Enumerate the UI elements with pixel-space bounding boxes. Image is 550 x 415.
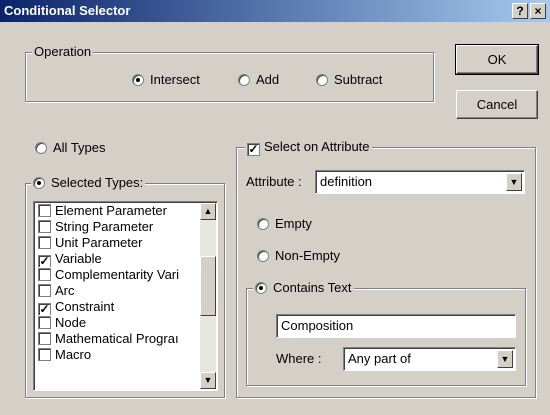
chevron-down-icon[interactable]: ▼ [506, 173, 522, 191]
types-list: Element Parameter String Parameter Unit Pa… [35, 203, 198, 363]
scroll-thumb[interactable] [200, 256, 216, 316]
attribute-combo[interactable]: definition ▼ [315, 170, 525, 194]
close-icon: × [534, 4, 542, 18]
contains-text-input[interactable]: Composition [276, 314, 516, 338]
select-on-attribute-checkbox[interactable]: ✓ Select on Attribute [245, 139, 372, 156]
radio-selected-icon [33, 177, 45, 189]
non-empty-radio[interactable]: Non-Empty [257, 249, 340, 263]
where-combo-value: Any part of [348, 351, 411, 366]
all-types-label: All Types [53, 140, 106, 155]
radio-selected-icon [255, 282, 267, 294]
radio-unselected-icon [257, 218, 269, 230]
radio-selected-icon [132, 74, 144, 86]
list-item[interactable]: Element Parameter [35, 203, 198, 219]
list-item[interactable]: Complementarity Vari [35, 267, 198, 283]
cancel-button[interactable]: Cancel [456, 90, 538, 119]
selected-types-group: Selected Types: Element Parameter String … [25, 175, 225, 398]
ok-button[interactable]: OK [455, 44, 539, 75]
checkbox-unchecked-icon[interactable] [38, 236, 51, 249]
contains-text-label: Contains Text [273, 280, 352, 295]
attribute-label: Attribute : [246, 174, 302, 189]
all-types-radio[interactable]: All Types [35, 141, 106, 155]
checkbox-checked-icon[interactable]: ✓ [38, 303, 51, 315]
list-item[interactable]: String Parameter [35, 219, 198, 235]
list-item-label: Arc [55, 283, 75, 298]
select-on-attribute-label: Select on Attribute [264, 139, 370, 154]
checkbox-unchecked-icon[interactable] [38, 284, 51, 297]
attribute-group: ✓ Select on Attribute Attribute : definit… [236, 139, 536, 398]
selected-types-radio[interactable]: Selected Types: [31, 175, 146, 191]
list-item-label: Variable [55, 251, 102, 266]
radio-unselected-icon [238, 74, 250, 86]
checkbox-unchecked-icon[interactable] [38, 204, 51, 217]
operation-add-label: Add [256, 72, 280, 87]
where-combo[interactable]: Any part of ▼ [343, 347, 516, 371]
title-bar: Conditional Selector ? × [0, 0, 550, 22]
where-label: Where : [276, 351, 322, 366]
close-button[interactable]: × [530, 3, 546, 19]
selected-types-label: Selected Types: [51, 175, 144, 190]
contains-text-radio[interactable]: Contains Text [253, 280, 354, 296]
list-item-label: Mathematical Prograı [55, 331, 179, 346]
types-scrollbar[interactable]: ▲ ▼ [200, 203, 216, 389]
types-listbox[interactable]: Element Parameter String Parameter Unit Pa… [33, 201, 218, 391]
list-item[interactable]: Unit Parameter [35, 235, 198, 251]
operation-subtract-label: Subtract [334, 72, 383, 87]
ok-button-label: OK [487, 52, 507, 67]
scroll-down-button[interactable]: ▼ [200, 372, 216, 389]
operation-group-label: Operation [32, 44, 94, 60]
list-item-label: Constraint [55, 299, 115, 314]
list-item[interactable]: Mathematical Prograı [35, 331, 198, 347]
cancel-button-label: Cancel [476, 97, 518, 112]
contains-text-value: Composition [281, 318, 354, 333]
list-item-label: Macro [55, 347, 92, 362]
operation-subtract-radio[interactable]: Subtract [316, 73, 382, 87]
operation-group: Operation Intersect Add Subtract [25, 44, 434, 102]
checkbox-checked-icon[interactable]: ✓ [38, 255, 51, 267]
scroll-up-button[interactable]: ▲ [200, 203, 216, 220]
checkbox-unchecked-icon[interactable] [38, 220, 51, 233]
attribute-combo-value: definition [320, 174, 373, 189]
operation-intersect-label: Intersect [150, 72, 200, 87]
radio-unselected-icon [316, 74, 328, 86]
empty-radio[interactable]: Empty [257, 217, 312, 231]
window-title: Conditional Selector [4, 3, 131, 18]
non-empty-label: Non-Empty [275, 248, 341, 263]
contains-text-group: Contains Text Composition Where : Any pa… [246, 280, 526, 386]
checkbox-unchecked-icon[interactable] [38, 316, 51, 329]
list-item-label: Node [55, 315, 87, 330]
list-item[interactable]: Arc [35, 283, 198, 299]
list-item[interactable]: Node [35, 315, 198, 331]
list-item-label: Element Parameter [55, 203, 167, 218]
empty-label: Empty [275, 216, 312, 231]
operation-intersect-radio[interactable]: Intersect [132, 73, 200, 87]
list-item-label: String Parameter [55, 219, 154, 234]
checkbox-unchecked-icon[interactable] [38, 348, 51, 361]
operation-add-radio[interactable]: Add [238, 73, 279, 87]
checkbox-checked-icon: ✓ [247, 142, 260, 156]
radio-unselected-icon [35, 142, 47, 154]
help-button[interactable]: ? [512, 3, 528, 19]
list-item[interactable]: ✓ Variable [35, 251, 198, 267]
checkbox-unchecked-icon[interactable] [38, 268, 51, 281]
list-item-label: Unit Parameter [55, 235, 143, 250]
list-item-label: Complementarity Vari [55, 267, 180, 282]
list-item[interactable]: Macro [35, 347, 198, 363]
checkbox-unchecked-icon[interactable] [38, 332, 51, 345]
list-item[interactable]: ✓ Constraint [35, 299, 198, 315]
radio-unselected-icon [257, 250, 269, 262]
help-icon: ? [516, 4, 524, 18]
chevron-down-icon[interactable]: ▼ [497, 350, 513, 368]
